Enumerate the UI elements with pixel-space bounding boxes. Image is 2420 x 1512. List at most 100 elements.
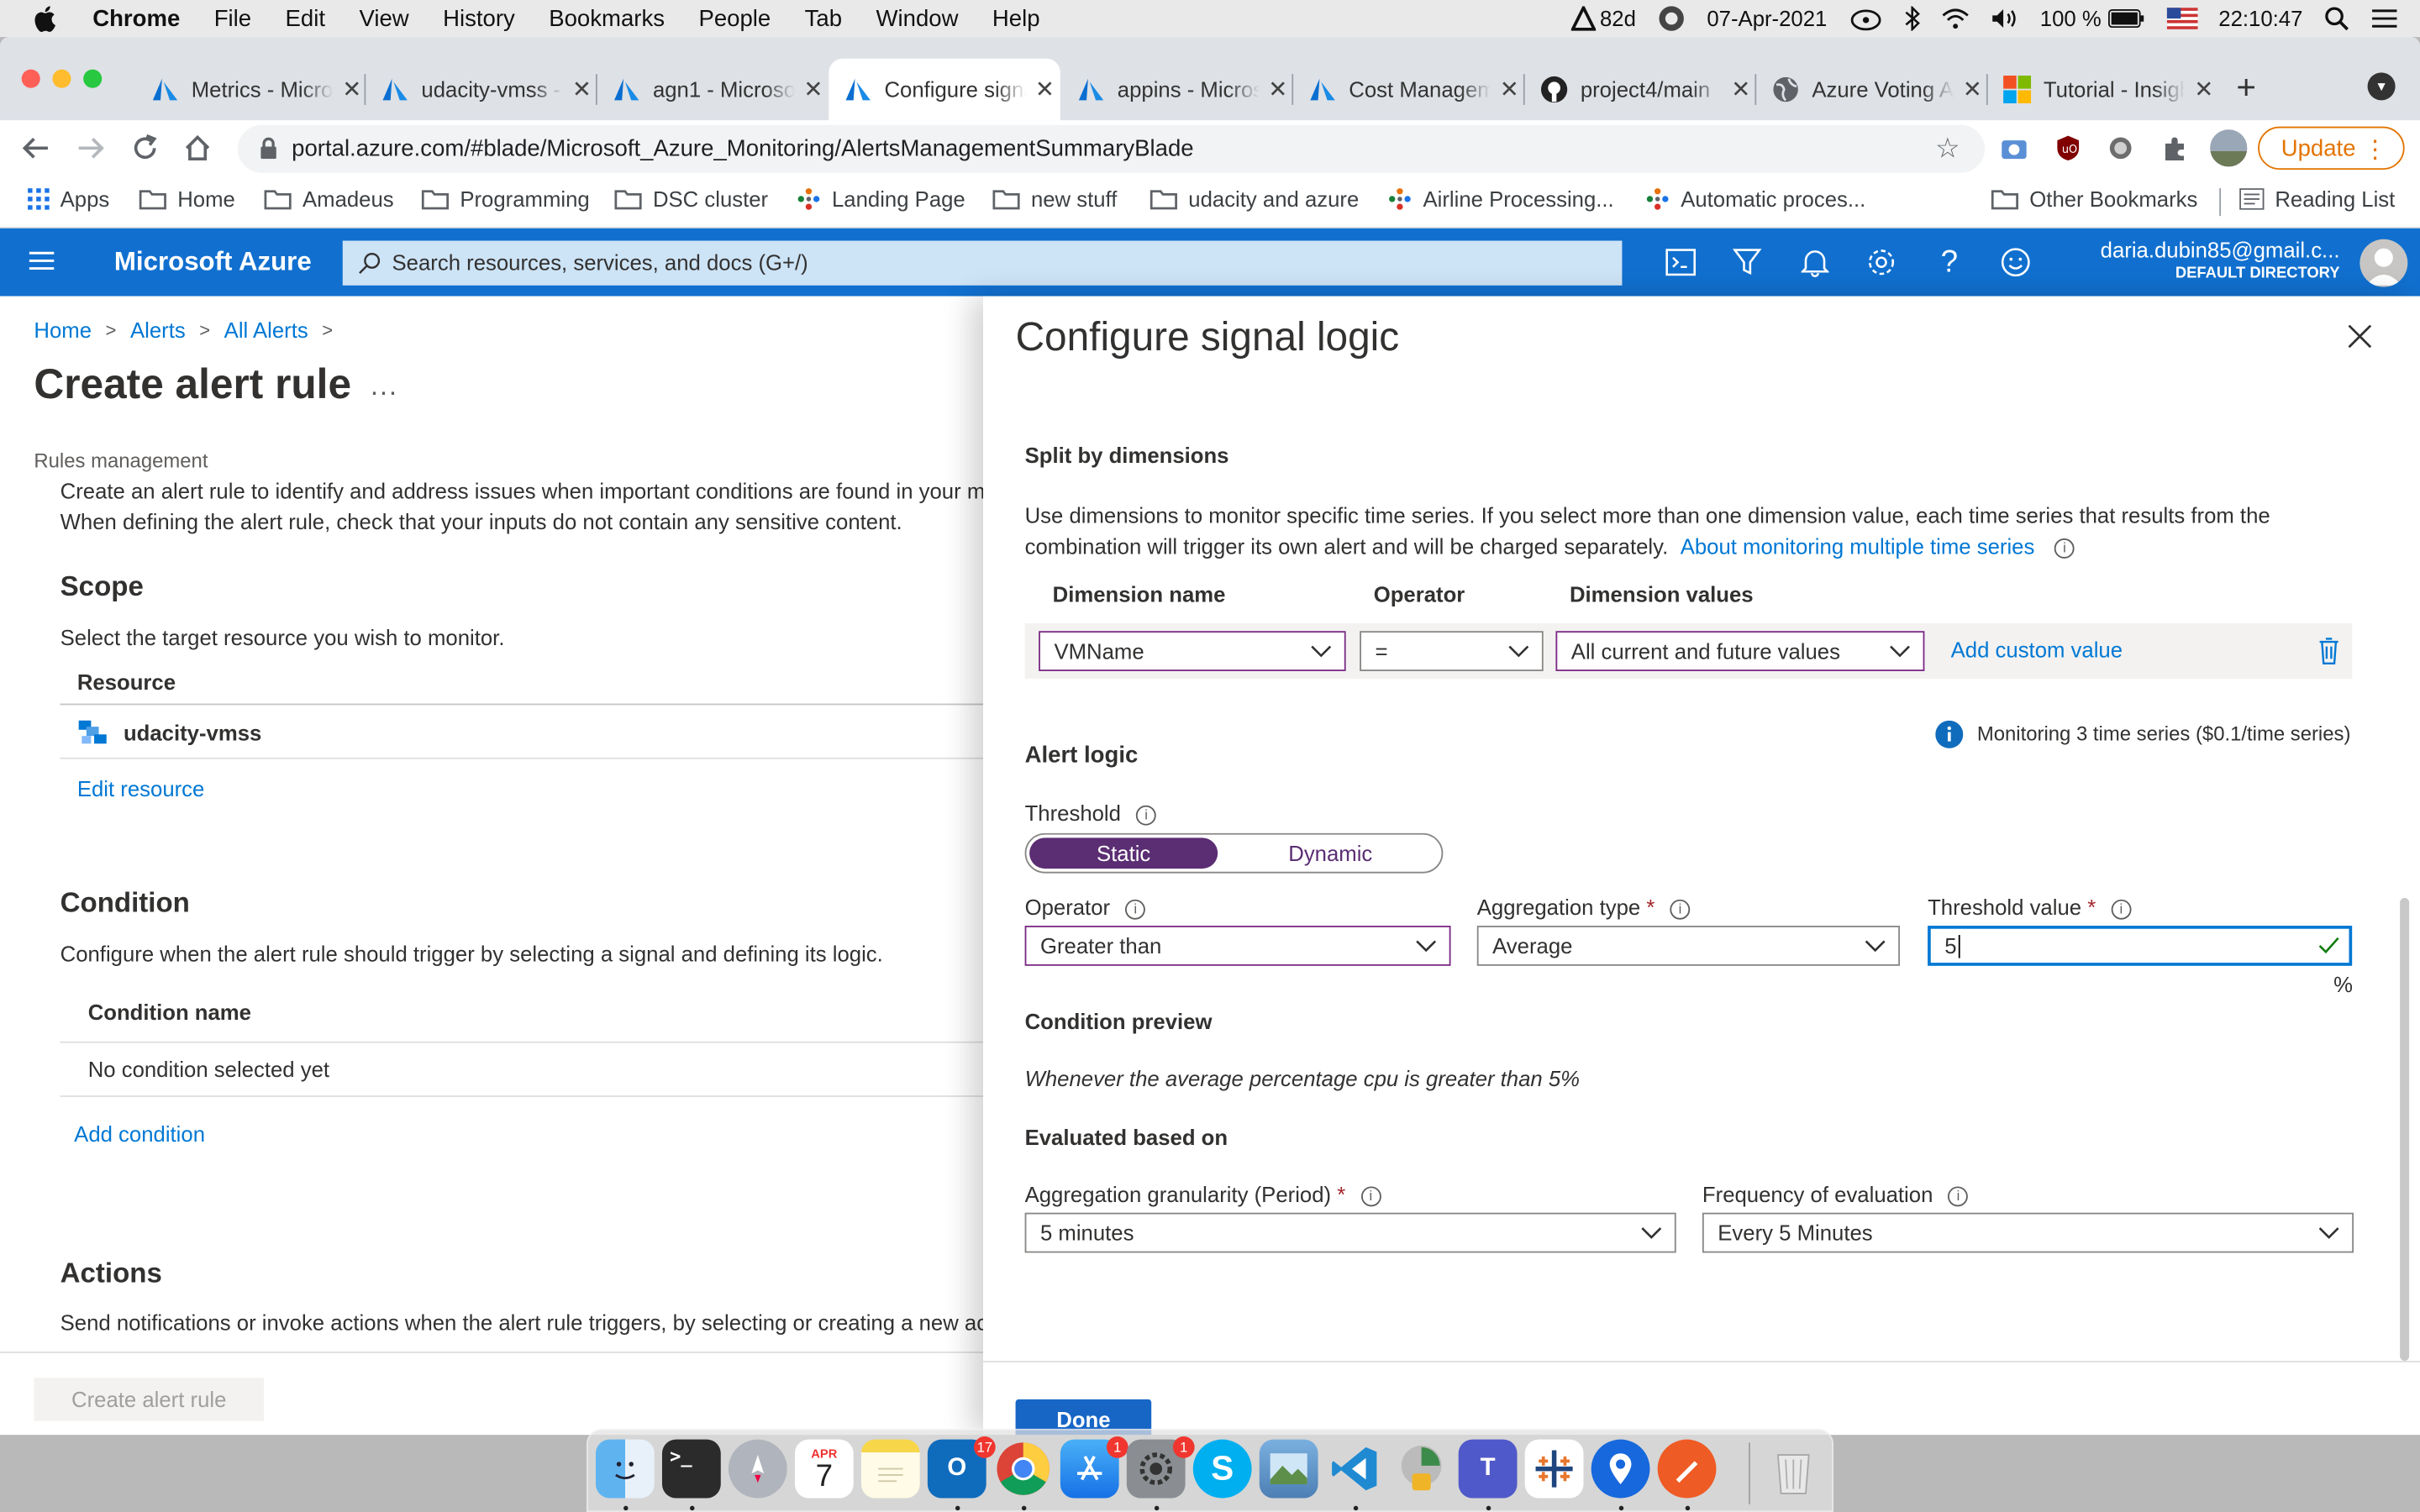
cloud-shell-icon[interactable]	[1664, 245, 1697, 279]
control-center-icon[interactable]	[2370, 8, 2398, 29]
menu-people[interactable]: People	[698, 5, 771, 31]
battery-status[interactable]: 100 %	[2040, 6, 2144, 31]
menu-app-name[interactable]: Chrome	[92, 5, 180, 31]
dock-terminal-icon[interactable]: >_	[661, 1439, 721, 1499]
bookmark-programming[interactable]: Programming	[421, 186, 590, 212]
dock-maps-icon[interactable]	[1591, 1439, 1650, 1499]
profile-avatar[interactable]	[2210, 129, 2248, 167]
bookmark-airline-processing[interactable]: Airline Processing...	[1387, 186, 1614, 212]
home-icon[interactable]	[181, 131, 214, 165]
breadcrumb-home[interactable]: Home	[34, 318, 92, 342]
new-tab-plus-icon[interactable]: +	[2236, 68, 2256, 108]
volume-icon[interactable]	[1991, 8, 2018, 29]
help-question-icon[interactable]: ?	[1933, 244, 1966, 279]
menu-edit[interactable]: Edit	[286, 5, 325, 31]
menu-history[interactable]: History	[443, 5, 515, 31]
reload-icon[interactable]	[128, 131, 161, 165]
tab-azure-voting[interactable]: Azure Voting App ✕	[1756, 59, 1985, 120]
monitoring-multiple-time-series-link[interactable]: About monitoring multiple time series	[1681, 534, 2035, 559]
extensions-puzzle-icon[interactable]	[2160, 134, 2188, 162]
tab-cost-management[interactable]: Cost Management ✕	[1293, 59, 1522, 120]
info-icon[interactable]: i	[1670, 899, 1691, 920]
tab-close-icon[interactable]: ✕	[339, 76, 364, 103]
threshold-static-option[interactable]: Static	[1029, 837, 1218, 869]
tab-configure-signal-logic[interactable]: Configure signal logic ✕	[829, 58, 1060, 121]
us-flag-icon[interactable]	[2165, 8, 2197, 29]
close-window-button[interactable]	[21, 69, 40, 88]
tab-tutorial[interactable]: Tutorial - Insights ✕	[1988, 59, 2217, 120]
frequency-of-evaluation-dropdown[interactable]: Every 5 Minutes	[1702, 1212, 2354, 1253]
ublock-extension-icon[interactable]: uO	[2054, 134, 2082, 162]
bookmark-home[interactable]: Home	[139, 186, 235, 212]
dock-tableau-icon[interactable]	[1524, 1439, 1584, 1499]
resource-name[interactable]: udacity-vmss	[124, 721, 261, 745]
bookmark-amadeus[interactable]: Amadeus	[264, 186, 394, 212]
cloud-icon[interactable]	[1849, 6, 1882, 31]
wifi-icon[interactable]	[1941, 8, 1969, 29]
bluetooth-icon[interactable]	[1904, 6, 1920, 31]
dock-finder-icon[interactable]	[595, 1439, 655, 1499]
bookmark-other[interactable]: Other Bookmarks	[1991, 186, 2197, 212]
tab-close-icon[interactable]: ✕	[1960, 76, 1985, 103]
tab-close-icon[interactable]: ✕	[1033, 76, 1057, 103]
menu-view[interactable]: View	[359, 5, 408, 31]
bookmark-dsc-cluster[interactable]: DSC cluster	[614, 186, 768, 212]
info-icon[interactable]: i	[2054, 538, 2075, 559]
dock-trash-icon[interactable]	[1764, 1440, 1823, 1499]
bookmark-apps[interactable]: Apps	[28, 186, 109, 212]
dock-teams-icon[interactable]: T	[1458, 1439, 1518, 1499]
apple-icon[interactable]	[34, 5, 65, 33]
add-custom-value-link[interactable]: Add custom value	[1951, 638, 2123, 662]
edit-resource-link[interactable]: Edit resource	[77, 776, 205, 801]
breadcrumb-alerts[interactable]: Alerts	[130, 318, 186, 342]
bookmark-automatic-process[interactable]: Automatic proces...	[1645, 186, 1865, 212]
operator-dropdown[interactable]: Greater than	[1024, 926, 1451, 966]
kebab-menu-icon[interactable]: ⋮	[2363, 134, 2387, 165]
info-icon[interactable]: i	[1125, 899, 1146, 920]
panel-scrollbar[interactable]	[2400, 897, 2410, 1362]
more-options-icon[interactable]: ...	[371, 370, 398, 403]
zoom-window-button[interactable]	[83, 69, 103, 88]
dimension-operator-dropdown[interactable]: =	[1360, 631, 1544, 671]
spotlight-search-icon[interactable]	[2324, 6, 2349, 31]
dimension-values-dropdown[interactable]: All current and future values	[1555, 631, 1925, 671]
lock-icon[interactable]	[260, 137, 278, 166]
minimize-window-button[interactable]	[52, 69, 71, 88]
tab-metrics[interactable]: Metrics - Microsoft Azure ✕	[136, 59, 365, 120]
bookmark-udacity-azure[interactable]: udacity and azure	[1150, 186, 1359, 212]
dimension-name-dropdown[interactable]: VMName	[1039, 631, 1346, 671]
camera-extension-icon[interactable]	[2000, 134, 2028, 162]
menu-bookmarks[interactable]: Bookmarks	[549, 5, 665, 31]
info-icon[interactable]: i	[1136, 805, 1157, 826]
tab-udacity-vmss[interactable]: udacity-vmss - Microsoft Azure ✕	[366, 59, 594, 120]
delete-trash-icon[interactable]	[2318, 638, 2340, 673]
tab-search-chevron-icon[interactable]: ▾	[2367, 72, 2396, 101]
tab-close-icon[interactable]: ✕	[1728, 76, 1753, 103]
status-date[interactable]: 07-Apr-2021	[1707, 6, 1827, 30]
tab-close-icon[interactable]: ✕	[2191, 76, 2216, 103]
tab-appins[interactable]: appins - Microsoft Azure ✕	[1062, 59, 1291, 120]
settings-gear-icon[interactable]	[1865, 245, 1898, 279]
feedback-smiley-icon[interactable]	[1999, 245, 2033, 279]
breadcrumb-all-alerts[interactable]: All Alerts	[224, 318, 308, 342]
dock-preview-icon[interactable]	[1259, 1439, 1318, 1499]
tab-agn1[interactable]: agn1 - Microsoft Azure ✕	[597, 59, 826, 120]
dock-vscode-icon[interactable]	[1326, 1440, 1385, 1499]
bookmark-landing-page[interactable]: Landing Page	[797, 186, 965, 212]
info-icon[interactable]: i	[2111, 899, 2132, 920]
menu-tab[interactable]: Tab	[805, 5, 842, 31]
bookmark-new-stuff[interactable]: new stuff	[992, 186, 1117, 212]
dock-postman-icon[interactable]	[1657, 1439, 1717, 1499]
dock-keychain-icon[interactable]	[1392, 1440, 1451, 1499]
threshold-value-input[interactable]: 5	[1928, 926, 2353, 966]
tab-close-icon[interactable]: ✕	[1265, 76, 1290, 103]
tab-close-icon[interactable]: ✕	[1497, 76, 1522, 103]
menu-help[interactable]: Help	[992, 5, 1040, 31]
bookmark-reading-list[interactable]: Reading List	[2239, 186, 2395, 212]
update-button[interactable]: Update ⋮	[2258, 126, 2405, 171]
aggregation-type-dropdown[interactable]: Average	[1476, 926, 1901, 966]
bookmark-star-icon[interactable]: ☆	[1935, 133, 1960, 165]
menu-file[interactable]: File	[214, 5, 251, 31]
status-badge[interactable]: 82d	[1570, 6, 1636, 31]
url-text[interactable]: portal.azure.com/#blade/Microsoft_Azure_…	[292, 136, 1193, 162]
